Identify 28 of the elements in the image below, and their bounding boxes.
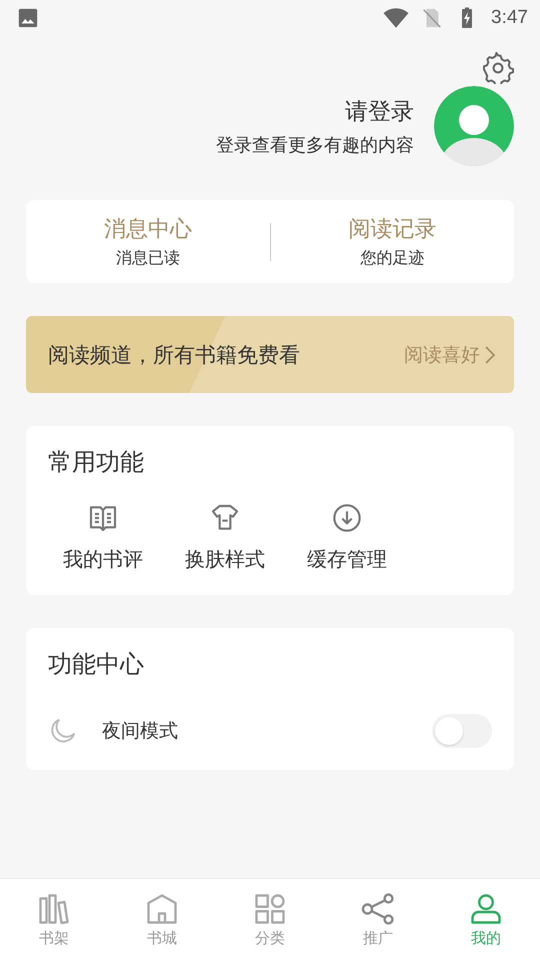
stat-title[interactable]: 阅读记录 xyxy=(348,214,436,244)
nav-tab[interactable]: 分类 xyxy=(216,879,324,960)
setting-label: 夜间模式 xyxy=(102,719,179,744)
nav-tab[interactable]: 推广 xyxy=(324,879,432,960)
stat-subtitle: 您的足迹 xyxy=(360,248,424,269)
nav-tab[interactable]: 书架 xyxy=(0,879,108,960)
banner-text: 阅读频道，所有书籍免费看 xyxy=(48,342,301,368)
login-prompt[interactable]: 请登录 xyxy=(345,96,414,126)
section-title: 常用功能 xyxy=(48,447,145,478)
no-sim-icon xyxy=(421,7,444,29)
reading-preference-link[interactable]: 阅读喜好 xyxy=(404,342,496,368)
settings-icon xyxy=(482,52,514,84)
function-button[interactable]: 我的书评 xyxy=(42,502,164,573)
image-icon xyxy=(17,7,39,29)
stat-title[interactable]: 消息中心 xyxy=(104,214,192,244)
nav-tab[interactable]: 书城 xyxy=(108,879,216,960)
nav-tab[interactable]: 我的 xyxy=(432,879,540,960)
function-button[interactable]: 缓存管理 xyxy=(286,502,408,573)
login-hint: 登录查看更多有趣的内容 xyxy=(216,134,414,156)
clock-time: 3:47 xyxy=(491,7,528,29)
download-icon xyxy=(331,502,363,534)
share-icon xyxy=(360,891,396,927)
section-title: 功能中心 xyxy=(48,649,145,680)
chevron-right-icon xyxy=(484,344,496,364)
toggle-switch[interactable] xyxy=(432,714,492,748)
avatar-icon xyxy=(434,86,514,166)
function-button[interactable]: 换肤样式 xyxy=(164,502,286,573)
stat-subtitle: 消息已读 xyxy=(116,248,180,269)
